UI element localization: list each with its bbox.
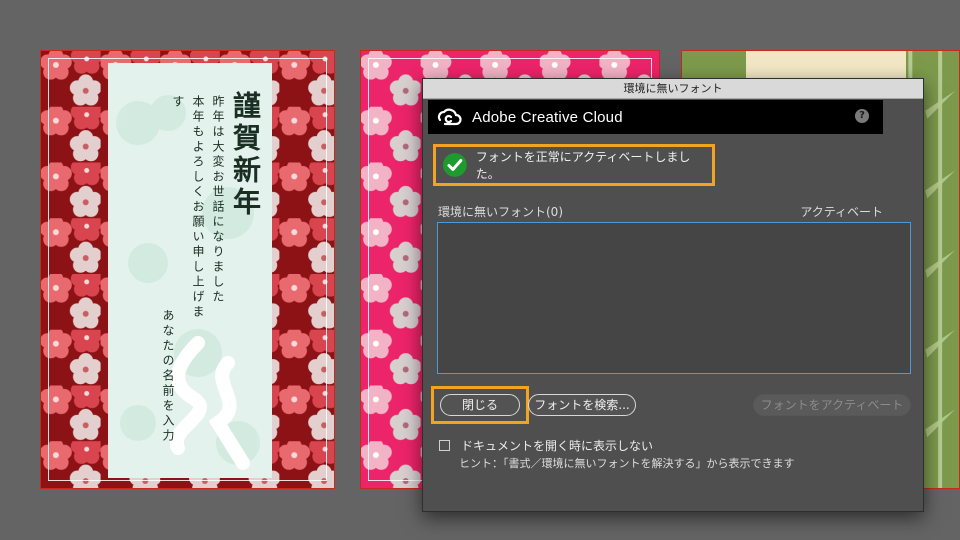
activation-status: フォントを正常にアクティベートしました。 <box>433 144 715 186</box>
brand-banner: Adobe Creative Cloud ? <box>428 100 883 134</box>
missing-fonts-list[interactable] <box>437 222 911 374</box>
greeting-panel: 謹賀新年 昨年は大変お世話になりました 本年もよろしくお願い申し上げます あなた… <box>108 63 272 478</box>
missing-fonts-dialog: 環境に無いフォント Adobe Creative Cloud ? フォントを正常… <box>422 78 924 512</box>
card-right-panel <box>746 51 906 81</box>
brand-name: Adobe Creative Cloud <box>472 108 623 126</box>
canvas: 謹賀新年 昨年は大変お世話になりました 本年もよろしくお願い申し上げます あなた… <box>0 0 960 540</box>
hint-text: ヒント：「書式／環境に無いフォントを解決する」から表示できます <box>459 457 795 470</box>
dont-show-row[interactable]: ドキュメントを開く時に表示しない <box>439 437 653 454</box>
name-placeholder: あなたの名前を入力 <box>161 309 175 444</box>
close-button[interactable]: 閉じる <box>440 394 520 416</box>
greeting-title: 謹賀新年 <box>229 91 262 219</box>
dont-show-label[interactable]: ドキュメントを開く時に表示しない <box>461 437 653 454</box>
status-message: フォントを正常にアクティベートしました。 <box>475 150 691 181</box>
missing-fonts-label: 環境に無いフォント(0) <box>438 205 563 219</box>
creative-cloud-icon <box>437 108 462 126</box>
find-fonts-button[interactable]: フォントを検索... <box>528 394 636 416</box>
close-button-highlight: 閉じる <box>431 386 529 424</box>
greeting-line-2: 本年もよろしくお願い申し上げます <box>171 95 205 320</box>
card-left[interactable]: 謹賀新年 昨年は大変お世話になりました 本年もよろしくお願い申し上げます あなた… <box>40 50 335 489</box>
check-circle-icon <box>442 153 467 177</box>
help-icon[interactable]: ? <box>855 109 869 123</box>
activate-column-label: アクティベート <box>800 205 883 219</box>
greeting-message: 昨年は大変お世話になりました 本年もよろしくお願い申し上げます <box>168 95 228 325</box>
dialog-title[interactable]: 環境に無いフォント <box>423 79 923 99</box>
dont-show-checkbox[interactable] <box>439 440 450 451</box>
greeting-line-1: 昨年は大変お世話になりました <box>211 95 225 305</box>
activate-fonts-button: フォントをアクティベート <box>753 394 911 416</box>
